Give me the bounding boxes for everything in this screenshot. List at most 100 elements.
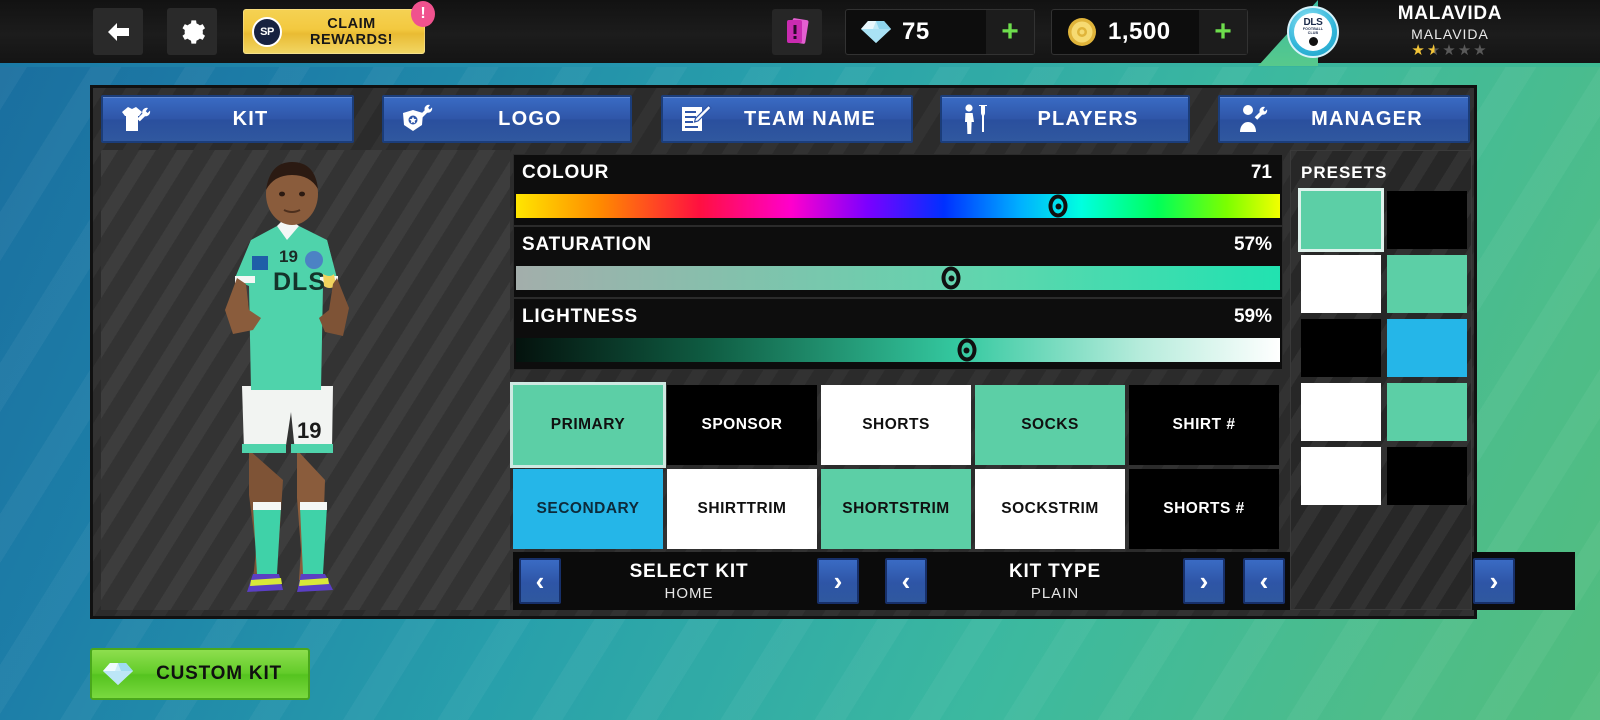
saturation-slider-value: 57%	[1233, 234, 1272, 255]
select-kit-next-button[interactable]: ›	[817, 558, 859, 604]
cards-button[interactable]	[772, 9, 822, 55]
kit-part-label: SHIRT	[697, 500, 747, 517]
custom-kit-button[interactable]: CUSTOM KIT	[90, 648, 310, 700]
manager-wrench-icon	[1228, 103, 1278, 135]
preset-swatch-4[interactable]	[1387, 255, 1467, 313]
tab-players[interactable]: PLAYERS	[940, 95, 1190, 143]
saturation-slider[interactable]: SATURATION 57%	[513, 226, 1283, 302]
kit-part-sponsor[interactable]: SPONSOR	[667, 385, 817, 465]
colour-slider-track[interactable]	[516, 194, 1280, 218]
colour-slider-handle[interactable]	[1048, 194, 1068, 218]
kit-part-label: SHORTS #	[1163, 500, 1245, 517]
kit-part-label: SHORTS	[862, 416, 930, 433]
star-5: ★	[1473, 42, 1489, 59]
gear-icon	[182, 19, 206, 44]
kit-type-value: PLAIN	[1030, 584, 1080, 602]
back-button[interactable]	[93, 8, 143, 55]
club-badge-icon[interactable]: DLS FOOTBALL CLUB	[1287, 6, 1339, 58]
star-3: ★	[1442, 42, 1458, 59]
select-kit-title: SELECT KIT	[629, 560, 749, 582]
kit-parts-grid: PRIMARY SPONSOR SHORTS SOCKS SHIRT # SECONDAR…	[513, 385, 1285, 553]
club-manager-name: MALAVIDA	[1411, 26, 1489, 42]
kit-part-socks-trim[interactable]: SOCKS TRIM	[975, 469, 1125, 549]
document-pencil-icon	[671, 104, 721, 134]
preset-swatch-7[interactable]	[1301, 383, 1381, 441]
lightness-slider-track[interactable]	[516, 338, 1280, 362]
kit-part-label: TRIM	[909, 500, 950, 517]
preset-swatch-5[interactable]	[1301, 319, 1381, 377]
add-coins-button[interactable]: +	[1199, 10, 1247, 54]
club-info: MALAVIDA MALAVIDA ★★★★★	[1350, 3, 1550, 58]
player-model-image: 19 19 DLS	[225, 162, 349, 592]
kit-part-secondary[interactable]: SECONDARY	[513, 469, 663, 549]
lightness-slider-handle[interactable]	[957, 338, 977, 362]
club-name: MALAVIDA	[1397, 3, 1503, 24]
preset-swatch-1[interactable]	[1301, 191, 1381, 249]
tab-team-name-label: TEAM NAME	[744, 107, 876, 130]
svg-text:19: 19	[279, 247, 298, 266]
presets-title: PRESETS	[1301, 163, 1388, 182]
kit-part-label: TRIM	[746, 500, 787, 517]
gems-value: 75	[902, 18, 930, 45]
preset-swatch-6[interactable]	[1387, 319, 1467, 377]
kit-editor-panel: KIT LOGO TEAM NAME PLAYERS MANAGER 19 19…	[90, 85, 1575, 619]
player-preview[interactable]: 19 19 DLS	[101, 150, 510, 610]
preset-swatch-2[interactable]	[1387, 191, 1467, 249]
kit-part-label: PRIMARY	[550, 416, 626, 433]
preset-swatch-9[interactable]	[1301, 447, 1381, 505]
lightness-slider[interactable]: LIGHTNESS 59%	[513, 298, 1283, 374]
colour-slider-value: 71	[1250, 162, 1272, 183]
tab-logo[interactable]: LOGO	[382, 95, 632, 143]
kit-part-label: SHORTS	[842, 500, 910, 517]
kit-part-shorts-number[interactable]: SHORTS #	[1129, 469, 1279, 549]
gem-icon	[856, 19, 896, 45]
claim-alert-badge[interactable]: !	[411, 1, 435, 27]
kit-parts-row: PRIMARY SPONSOR SHORTS SOCKS SHIRT #	[513, 385, 1285, 465]
settings-button[interactable]	[167, 8, 217, 55]
shield-wrench-icon	[392, 103, 442, 135]
club-badge-sub2: CLUB	[1307, 31, 1319, 35]
saturation-slider-label: SATURATION	[522, 234, 652, 255]
kit-part-label: SOCKS	[1021, 416, 1079, 433]
kit-part-label: TRIM	[1058, 500, 1099, 517]
coin-icon	[1062, 17, 1102, 47]
select-kit-prev-button[interactable]: ‹	[519, 558, 561, 604]
tab-kit[interactable]: KIT	[101, 95, 354, 143]
kit-type-next-button[interactable]: ›	[1183, 558, 1225, 604]
tab-players-label: PLAYERS	[1037, 107, 1139, 130]
colour-slider[interactable]: COLOUR 71	[513, 154, 1283, 230]
gem-icon	[92, 661, 144, 687]
kit-type-prev-button[interactable]: ‹	[885, 558, 927, 604]
saturation-slider-track[interactable]	[516, 266, 1280, 290]
kit-trim-next-button[interactable]: ›	[1473, 558, 1515, 604]
cards-alert-icon	[787, 18, 809, 44]
add-gems-button[interactable]: +	[986, 10, 1034, 54]
kit-trim-prev-button[interactable]: ‹	[1243, 558, 1285, 604]
preset-swatch-10[interactable]	[1387, 447, 1467, 505]
tab-kit-label: KIT	[232, 107, 269, 130]
claim-rewards-button[interactable]: SP CLAIM REWARDS!	[243, 9, 425, 54]
kit-part-label: SPONSOR	[701, 416, 783, 433]
kit-part-shorts[interactable]: SHORTS	[821, 385, 971, 465]
kit-part-shorts-trim[interactable]: SHORTS TRIM	[821, 469, 971, 549]
football-icon	[1308, 36, 1318, 46]
saturation-slider-handle[interactable]	[941, 266, 961, 290]
kit-part-label: SHIRT #	[1172, 416, 1236, 433]
kit-part-shirt-trim[interactable]: SHIRT TRIM	[667, 469, 817, 549]
app-root: SP CLAIM REWARDS! ! 75 + 1,500 + DLS FOO…	[0, 0, 1600, 720]
kit-part-shirt-number[interactable]: SHIRT #	[1129, 385, 1279, 465]
kit-part-label: SECONDARY	[536, 500, 640, 517]
arrow-left-icon	[108, 22, 129, 41]
preset-swatch-8[interactable]	[1387, 383, 1467, 441]
kit-part-primary[interactable]: PRIMARY	[513, 385, 663, 465]
tab-manager[interactable]: MANAGER	[1218, 95, 1470, 143]
kit-part-socks[interactable]: SOCKS	[975, 385, 1125, 465]
club-badge-inner: DLS FOOTBALL CLUB	[1294, 13, 1332, 51]
tab-team-name[interactable]: TEAM NAME	[661, 95, 913, 143]
gems-counter[interactable]: 75 +	[845, 9, 1035, 55]
select-kit-selector: ‹ SELECT KIT HOME ›	[519, 558, 859, 604]
coins-counter[interactable]: 1,500 +	[1051, 9, 1248, 55]
preset-swatch-3[interactable]	[1301, 255, 1381, 313]
presets-panel: PRESETS	[1290, 150, 1472, 610]
star-4: ★	[1457, 42, 1474, 59]
